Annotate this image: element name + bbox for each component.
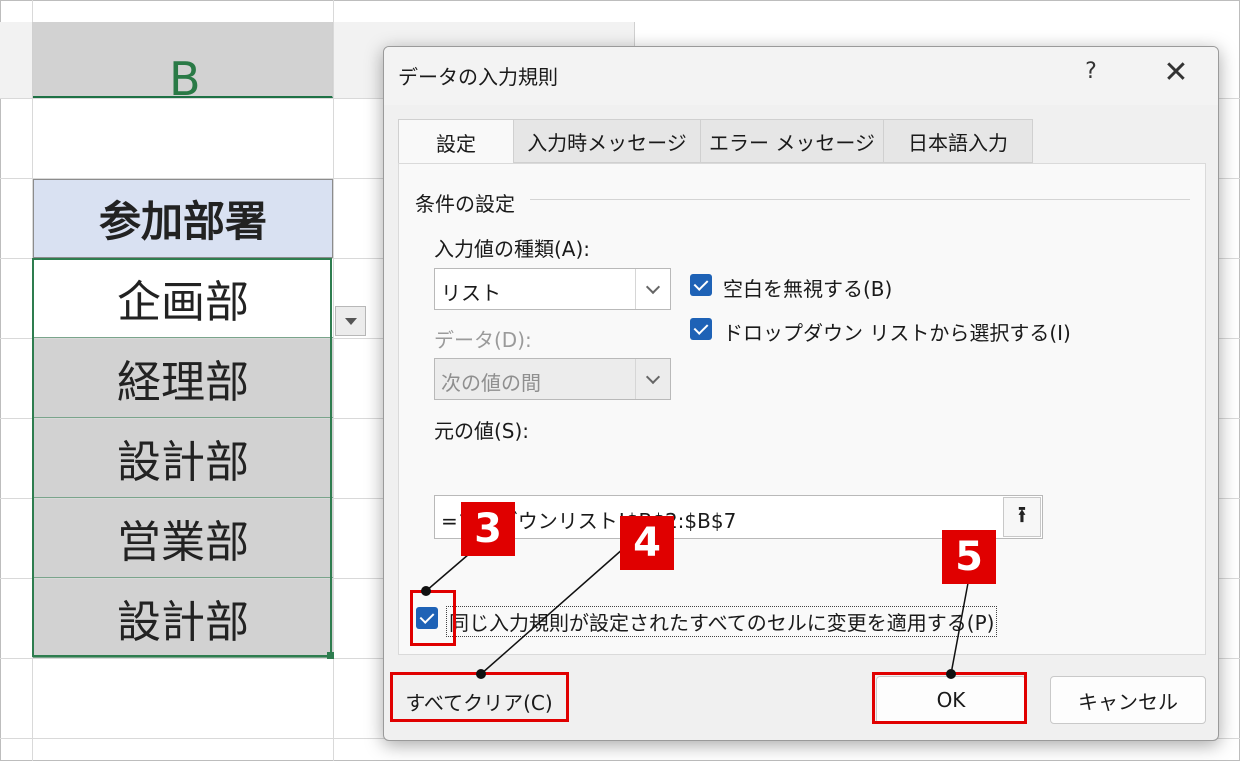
annotation-dot: [476, 669, 486, 679]
annotation-dot: [421, 586, 431, 596]
step-marker-4: 4: [620, 516, 674, 570]
highlight-box-ok: [872, 672, 1027, 724]
annotation-leader-lines: [425, 547, 969, 675]
step-marker-5: 5: [942, 530, 996, 584]
highlight-box-apply-all: [410, 590, 456, 646]
annotation-dot: [946, 669, 956, 679]
step-marker-3: 3: [461, 502, 515, 556]
highlight-box-clear-all: [390, 672, 569, 722]
